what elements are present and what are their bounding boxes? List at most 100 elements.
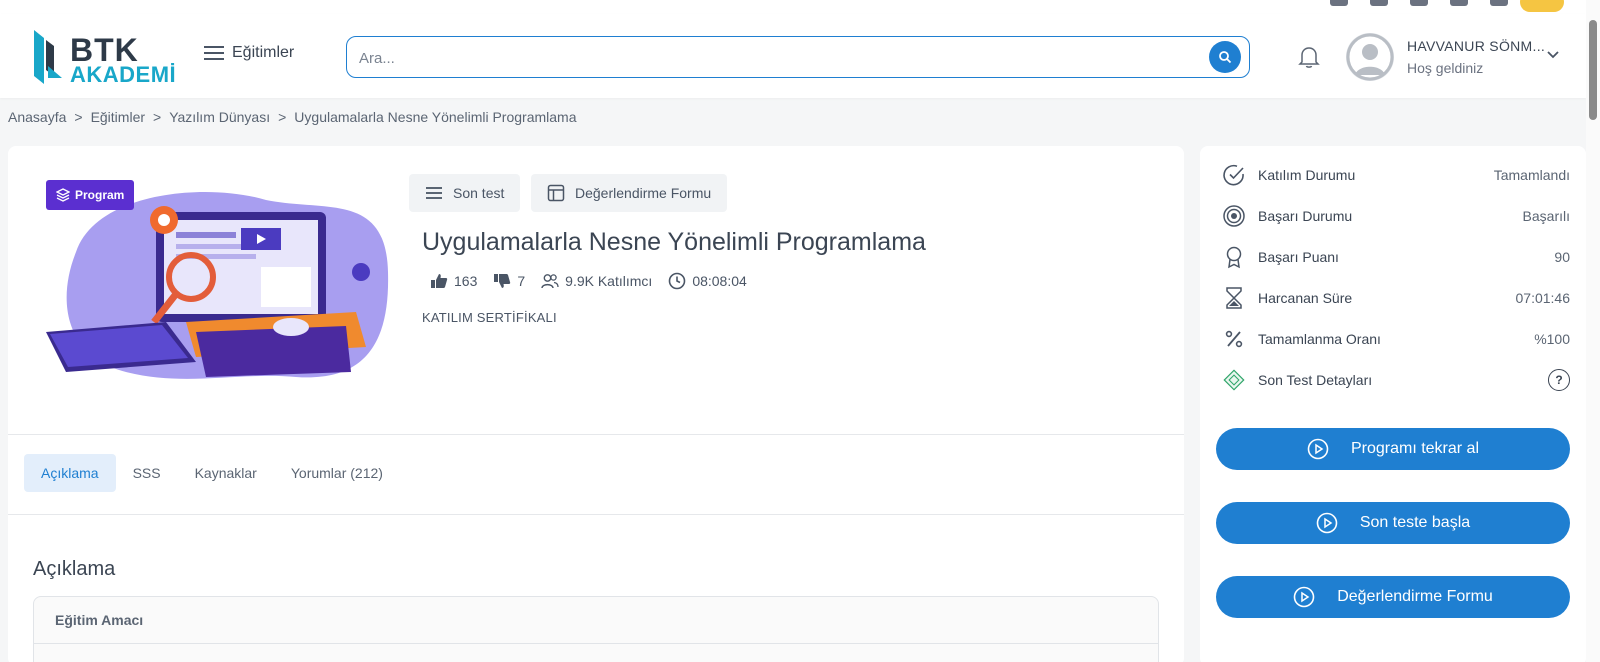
start-last-test-button[interactable]: Son teste başla [1216,502,1570,544]
linkedin-icon[interactable] [1410,0,1428,6]
theme-toggle[interactable] [1520,0,1564,12]
program-badge: Program [46,180,135,210]
participant-count: 9.9K Katılımcı [541,273,652,289]
success-score-value: 90 [1554,249,1570,265]
page-scrollbar[interactable] [1586,0,1600,662]
tab-resources[interactable]: Kaynaklar [178,454,274,492]
time-spent-label: Harcanan Süre [1258,290,1353,306]
last-test-label: Son test [453,185,505,201]
bell-icon[interactable] [1298,45,1320,69]
divider [8,514,1184,515]
description-title: Açıklama [33,558,116,580]
form-icon [547,184,565,202]
time-spent-value: 07:01:46 [1515,290,1571,306]
avatar[interactable] [1346,33,1394,81]
training-goal-header[interactable]: Eğitim Amacı [34,597,1158,644]
completion-rate-row: Tamamlanma Oranı %100 [1222,324,1570,354]
breadcrumb-current: Uygulamalarla Nesne Yönelimli Programlam… [294,109,577,125]
breadcrumb-separator: > [153,109,162,125]
evaluation-form-button[interactable]: Değerlendirme Formu [531,174,728,212]
award-icon [1222,245,1246,269]
facebook-icon[interactable] [1330,0,1348,6]
participation-status-row: Katılım Durumu Tamamlandı [1222,160,1570,190]
hourglass-icon [1222,286,1246,310]
thumbs-down-icon [494,274,511,288]
course-title: Uygulamalarla Nesne Yönelimli Programlam… [422,228,926,256]
top-strip [0,0,1586,14]
list-icon [426,187,442,199]
user-avatar-icon [1346,33,1394,81]
course-tabs: Açıklama SSS Kaynaklar Yorumlar (212) [24,454,400,492]
evaluation-form-label: Değerlendirme Formu [575,185,712,201]
like-count-value: 163 [454,273,478,289]
dislike-count-value: 7 [517,273,526,289]
check-circle-icon [1222,163,1246,187]
play-circle-icon [1293,586,1315,608]
success-status-value: Başarılı [1522,208,1570,224]
start-last-test-label: Son teste başla [1359,514,1471,531]
program-badge-label: Program [75,188,125,202]
tab-faq[interactable]: SSS [116,454,178,492]
users-icon [541,274,559,289]
time-spent-row: Harcanan Süre 07:01:46 [1222,283,1570,313]
search-icon [1219,51,1232,64]
help-icon[interactable]: ? [1548,369,1570,391]
like-count[interactable]: 163 [430,273,477,289]
training-goal-panel: Eğitim Amacı [33,596,1159,662]
target-icon [1222,204,1246,228]
course-duration-value: 08:08:04 [692,273,747,289]
search-bar [346,36,1250,78]
instagram-icon[interactable] [1370,0,1388,6]
tab-description[interactable]: Açıklama [24,454,116,492]
certificate-label: KATILIM SERTİFİKALI [422,310,557,325]
dislike-count[interactable]: 7 [493,273,525,289]
logo-mark-icon [34,30,62,84]
breadcrumb-category[interactable]: Yazılım Dünyası [169,109,270,125]
retake-program-button[interactable]: Programı tekrar al [1216,428,1570,470]
breadcrumb-trainings[interactable]: Eğitimler [91,109,145,125]
retake-program-label: Programı tekrar al [1350,440,1480,457]
search-input[interactable] [359,45,1179,71]
success-status-row: Başarı Durumu Başarılı [1222,201,1570,231]
x-icon[interactable] [1490,0,1508,6]
chevron-down-icon[interactable] [1546,50,1560,60]
breadcrumb-separator: > [74,109,83,125]
user-name[interactable]: HAVVANUR SÖNM... [1407,38,1545,54]
completion-rate-label: Tamamlanma Oranı [1258,331,1381,347]
clock-icon [669,272,686,290]
scrollbar-thumb[interactable] [1589,20,1597,120]
hamburger-icon [204,46,224,60]
participation-status-value: Tamamlandı [1493,167,1570,183]
success-score-label: Başarı Puanı [1258,249,1339,265]
user-greeting: Hoş geldiniz [1407,60,1484,76]
participant-count-value: 9.9K Katılımcı [565,273,653,289]
evaluation-form-side-label: Değerlendirme Formu [1337,588,1493,605]
social-links [1330,0,1508,6]
participation-status-label: Katılım Durumu [1258,167,1356,183]
completion-rate-value: %100 [1534,331,1570,347]
breadcrumb-home[interactable]: Anasayfa [8,109,66,125]
youtube-icon[interactable] [1450,0,1468,6]
success-score-row: Başarı Puanı 90 [1222,242,1570,272]
play-circle-icon [1307,438,1329,460]
play-circle-icon [1316,512,1338,534]
trainings-menu-label: Eğitimler [232,44,295,61]
trainings-menu-button[interactable]: Eğitimler [204,44,294,62]
breadcrumb: Anasayfa > Eğitimler > Yazılım Dünyası >… [8,109,577,125]
evaluation-form-side-button[interactable]: Değerlendirme Formu [1216,576,1570,618]
search-button[interactable] [1209,41,1241,73]
test-details-icon [1222,368,1246,392]
last-test-button[interactable]: Son test [409,174,521,212]
last-test-details-row: Son Test Detayları ? [1222,365,1570,395]
thumbs-up-icon [431,274,448,288]
logo-text-akademi: AKADEMİ [70,62,177,87]
breadcrumb-separator: > [278,109,287,125]
course-duration: 08:08:04 [668,272,747,290]
tab-comments[interactable]: Yorumlar (212) [274,454,400,492]
percent-icon [1222,327,1246,351]
btk-logo[interactable]: BTK AKADEMİ [28,26,178,90]
layers-icon [56,188,70,202]
status-panel: Katılım Durumu Tamamlandı Başarı Durumu … [1200,146,1586,662]
course-card: Program Son test Değerlendirme Formu Uyg… [8,146,1184,662]
site-header: BTK AKADEMİ Eğitimler HAVVANUR SÖNM... H… [0,14,1586,98]
